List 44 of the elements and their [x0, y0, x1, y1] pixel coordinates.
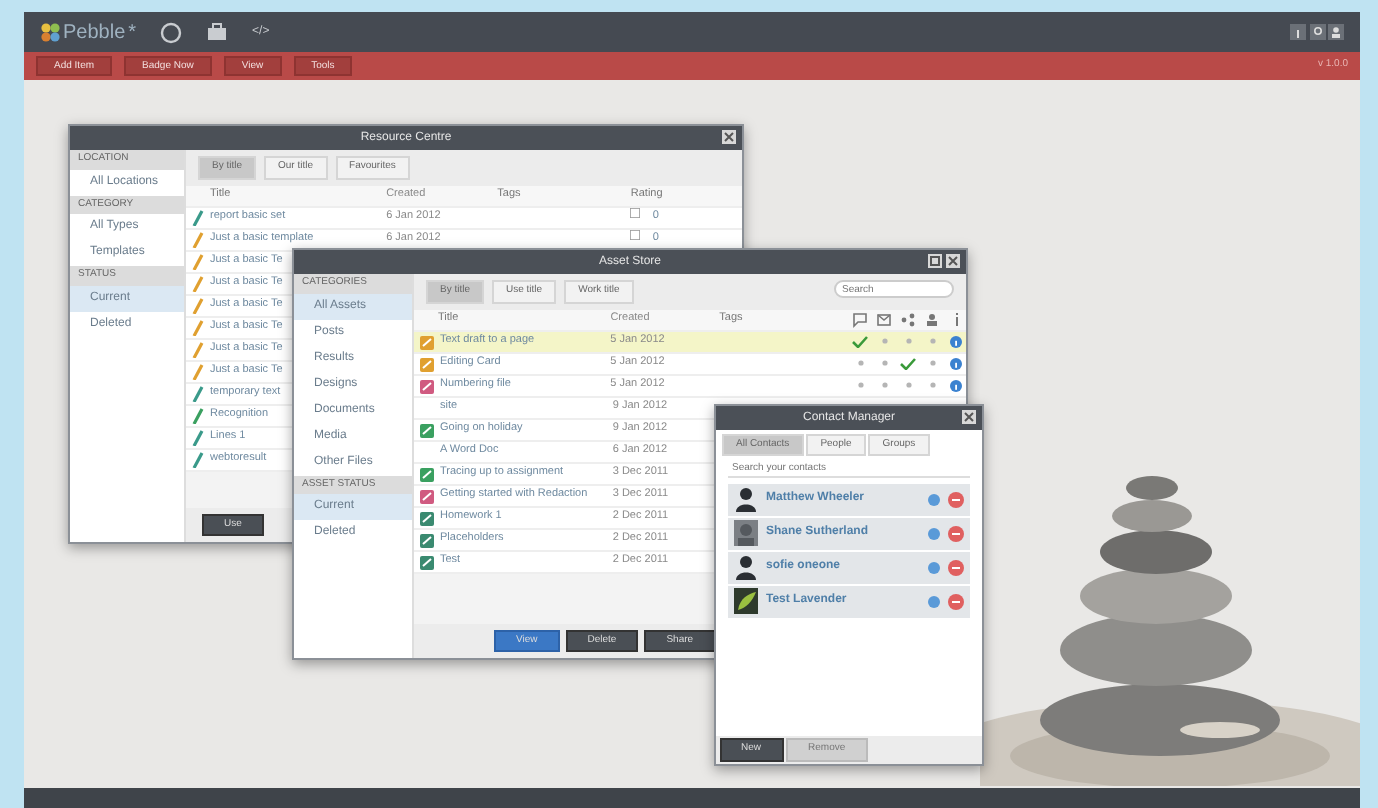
delete-icon[interactable] [948, 525, 964, 541]
empty-check-icon[interactable] [929, 360, 935, 366]
info-icon[interactable] [928, 493, 940, 505]
info-icon[interactable] [928, 527, 940, 539]
info-icon[interactable] [928, 595, 940, 607]
delete-icon[interactable] [948, 559, 964, 575]
comment-icon [852, 311, 869, 327]
check-icon[interactable] [900, 357, 916, 369]
empty-check-icon[interactable] [881, 338, 887, 344]
empty-check-icon[interactable] [905, 338, 911, 344]
empty-check-icon[interactable] [929, 338, 935, 344]
circle-icon[interactable] [160, 21, 183, 43]
user-icon [924, 311, 941, 327]
avatar-icon [734, 520, 758, 546]
info-icon[interactable] [950, 379, 962, 391]
empty-check-icon[interactable] [881, 382, 887, 388]
check-icon[interactable] [852, 335, 868, 347]
empty-check-icon[interactable] [857, 360, 863, 366]
close-icon[interactable] [722, 130, 736, 144]
empty-check-icon[interactable] [857, 382, 863, 388]
info-column-icon [953, 312, 960, 326]
delete-icon[interactable] [948, 491, 964, 507]
leaf-icon [734, 588, 758, 614]
close-icon[interactable] [962, 410, 976, 424]
person-icon [734, 486, 758, 512]
empty-check-icon[interactable] [929, 382, 935, 388]
close-icon[interactable] [946, 254, 960, 268]
person-icon [734, 554, 758, 580]
user-icon[interactable] [1328, 24, 1344, 40]
app-title: Pebble [63, 19, 126, 47]
maximize-icon[interactable] [928, 254, 942, 268]
mail-icon [876, 311, 893, 327]
unsaved-mark: * [128, 19, 137, 47]
info-icon[interactable] [1290, 24, 1306, 40]
logo-icon [40, 22, 60, 42]
help-icon[interactable] [1309, 24, 1325, 40]
info-icon[interactable] [950, 335, 962, 347]
info-icon[interactable] [928, 561, 940, 573]
delete-icon[interactable] [948, 593, 964, 609]
share-icon [900, 311, 917, 327]
empty-check-icon[interactable] [881, 360, 887, 366]
empty-check-icon[interactable] [905, 382, 911, 388]
briefcase-icon[interactable] [206, 22, 229, 42]
info-icon[interactable] [950, 357, 962, 369]
